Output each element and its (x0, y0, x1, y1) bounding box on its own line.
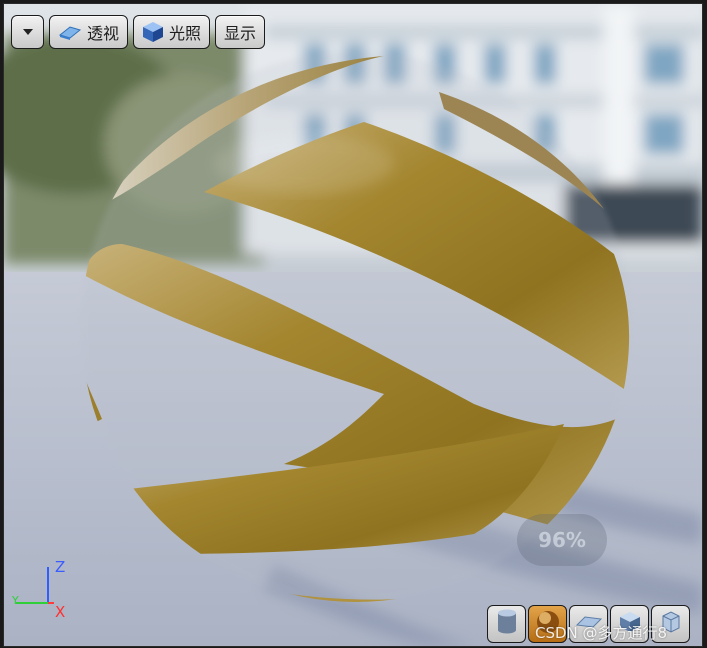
axis-x-label: X (55, 603, 66, 621)
lit-cube-icon (142, 21, 164, 43)
cylinder-preview-button[interactable] (487, 605, 526, 643)
material-preview-viewport[interactable]: 透视 光照 显示 96% Z Y X CSDN @多方通行8 (3, 3, 703, 647)
axis-lines (16, 567, 54, 604)
watermark: CSDN @多方通行8 (535, 624, 668, 642)
perspective-label: 透视 (87, 24, 120, 43)
perspective-button[interactable]: 透视 (49, 15, 129, 49)
lighting-button[interactable]: 光照 (133, 15, 211, 49)
cylinder-preview-icon (495, 608, 519, 640)
viewport-toolbar: 透视 光照 显示 (11, 15, 266, 49)
axis-gizmo: Z Y X (10, 554, 80, 624)
chevron-down-icon (22, 28, 34, 36)
zoom-value: 96% (538, 528, 586, 552)
show-button[interactable]: 显示 (215, 15, 266, 49)
perspective-icon (58, 23, 82, 41)
axis-y-label: Y (12, 594, 19, 607)
lighting-label: 光照 (169, 24, 202, 43)
show-label: 显示 (224, 24, 257, 43)
axis-z-label: Z (55, 558, 66, 576)
zoom-indicator: 96% (517, 514, 607, 566)
viewport-options-dropdown[interactable] (11, 15, 44, 49)
